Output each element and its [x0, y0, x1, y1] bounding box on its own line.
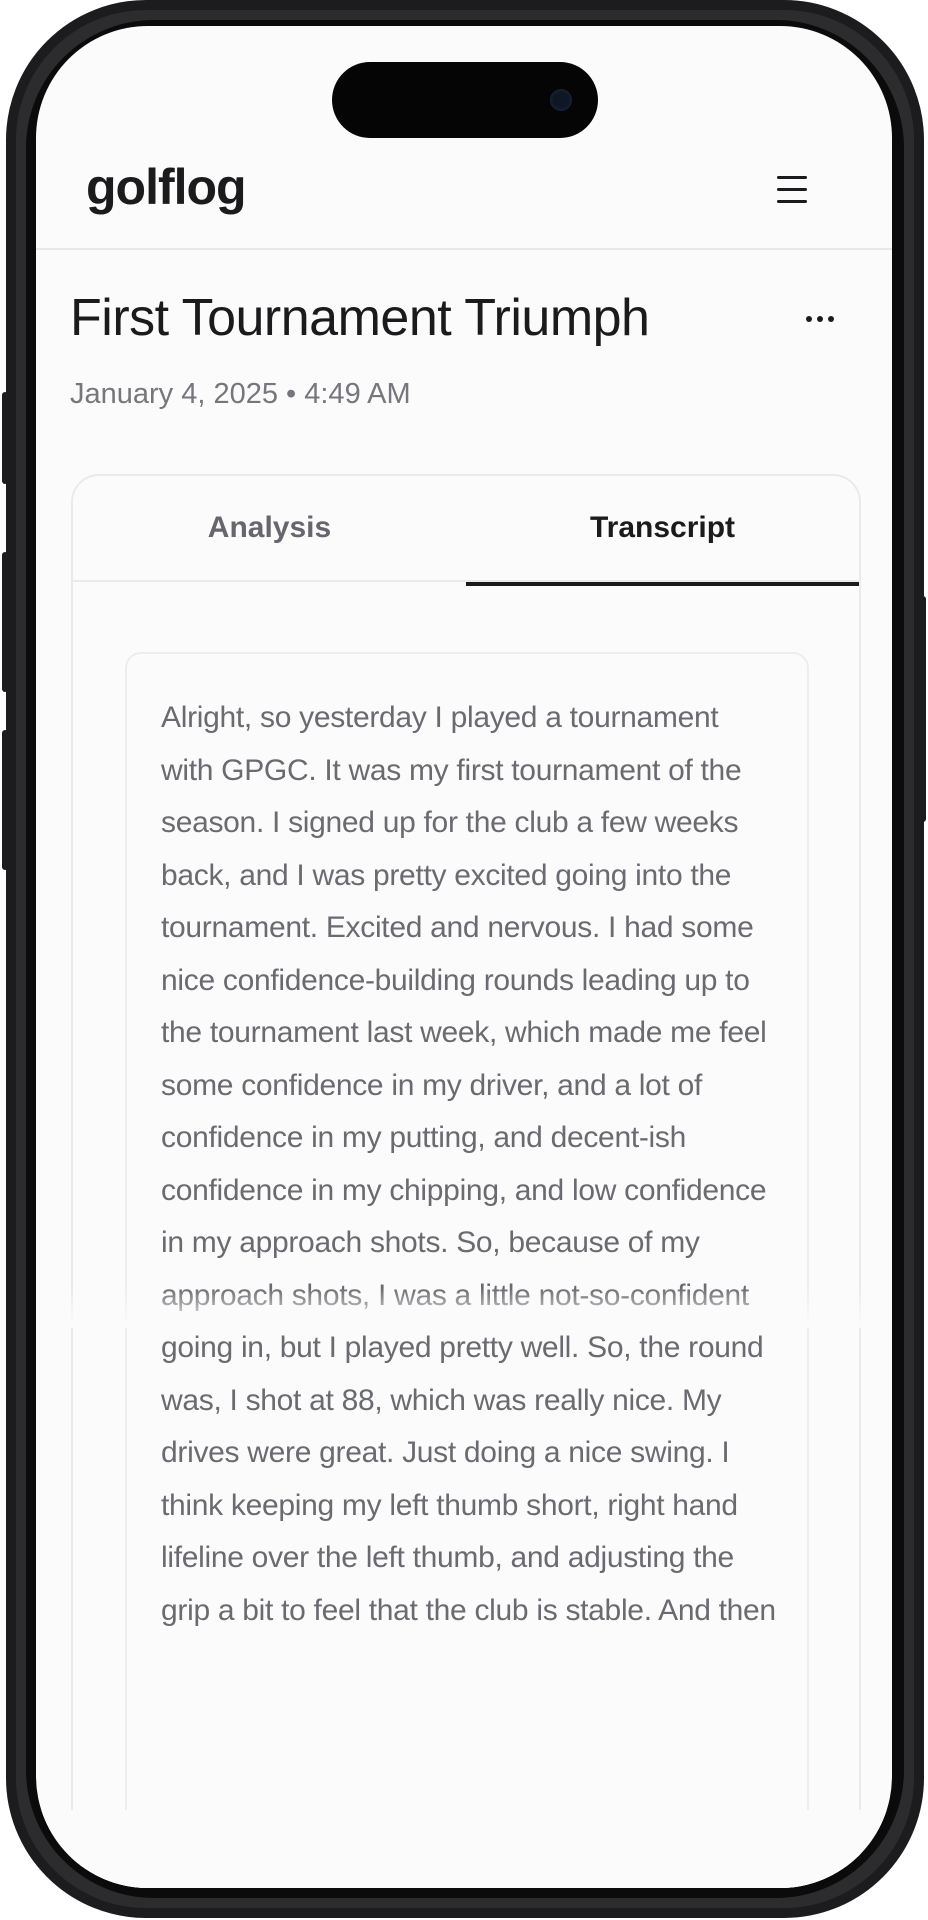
app-logo[interactable]: golflog [86, 158, 247, 216]
bottom-safe-area [36, 1810, 892, 1888]
tab-analysis-label: Analysis [207, 511, 332, 544]
active-tab-indicator [466, 582, 859, 586]
app-header: golflog [36, 26, 892, 250]
more-horizontal-icon[interactable] [802, 304, 844, 334]
entry-timestamp: January 4, 2025 • 4:49 AM [70, 378, 411, 410]
action-button [2, 392, 8, 484]
scroll-fade [36, 1288, 892, 1328]
app-screen: golflog First Tournament Triumph January… [36, 26, 892, 1888]
power-button [920, 596, 926, 822]
dynamic-island [332, 62, 598, 138]
entry-card: Analysis Transcript Alright, so yesterda… [71, 474, 861, 1888]
transcript-panel[interactable]: Alright, so yesterday I played a tournam… [125, 652, 809, 1888]
tab-transcript-label: Transcript [589, 511, 736, 544]
tab-bar: Analysis Transcript [73, 476, 859, 586]
tab-analysis[interactable]: Analysis [73, 476, 466, 580]
hamburger-menu-icon[interactable] [774, 174, 812, 208]
volume-down-button [2, 730, 8, 870]
page-title: First Tournament Triumph [70, 289, 650, 347]
volume-up-button [2, 552, 8, 692]
transcript-text: Alright, so yesterday I played a tournam… [161, 701, 776, 1627]
tab-transcript[interactable]: Transcript [466, 476, 859, 586]
front-camera-icon [550, 89, 572, 111]
